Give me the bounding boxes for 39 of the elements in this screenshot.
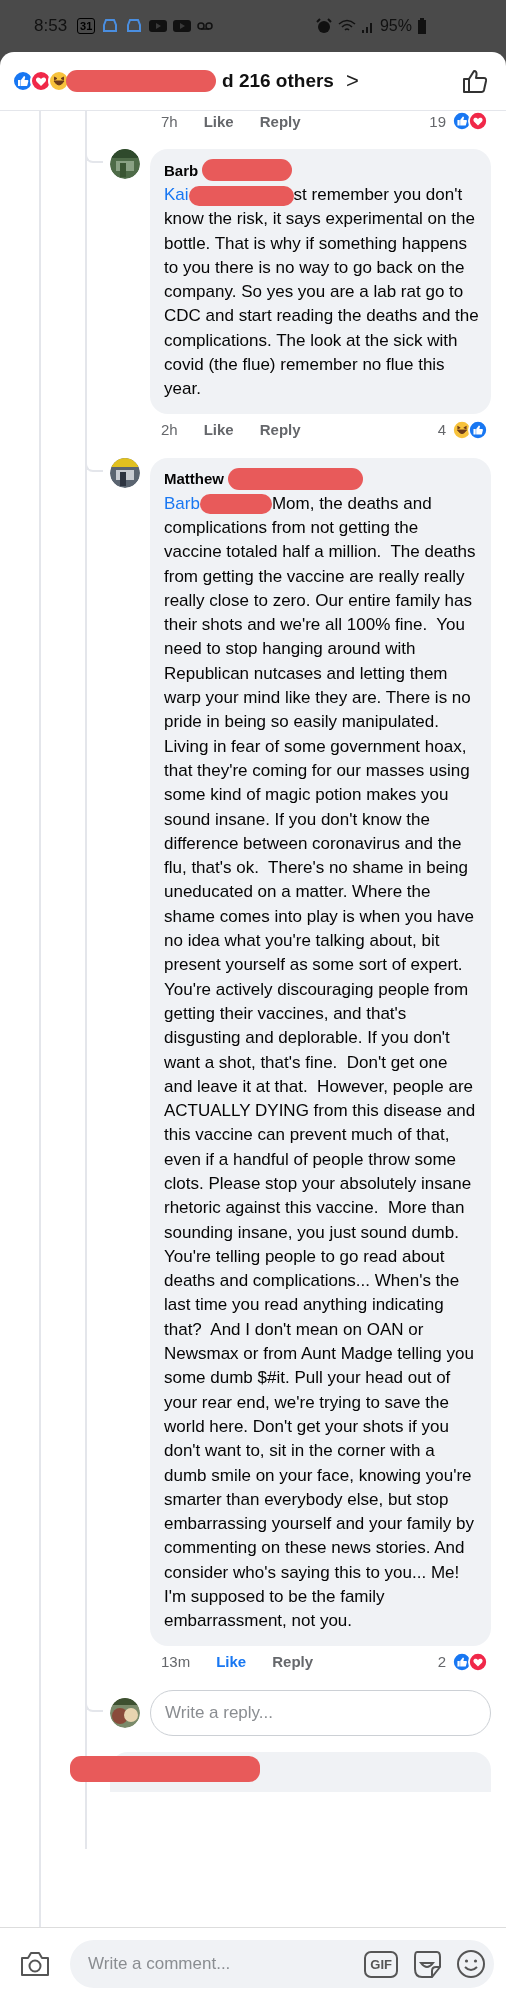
camera-icon[interactable]	[20, 1951, 50, 1977]
like-link[interactable]: Like	[216, 1653, 247, 1671]
play-icon	[149, 19, 168, 33]
voicemail-icon	[197, 19, 214, 33]
reaction-count: 2	[437, 1653, 446, 1671]
comment-time: 2h	[161, 421, 178, 439]
reply-field[interactable]: Write a reply...	[150, 1689, 491, 1736]
mention-link[interactable]: Barb	[164, 493, 200, 513]
reaction-count: 4	[437, 421, 446, 439]
author-name[interactable]: Matthew	[164, 470, 224, 488]
comment-time: 13m	[161, 1653, 191, 1671]
reply-link[interactable]: Reply	[259, 112, 301, 130]
battery-icon	[418, 18, 426, 34]
calendar-icon: 31	[77, 18, 96, 34]
comment-text: Kai st remember you don't know the risk, it says experimental on the bottle. That is why if something happens to you there is no way to go back on the company. So yes you are a lab rat go to CDC and start reading the deaths and the complications. The look at the sick with covid (the flue) remember no flue this year.	[164, 184, 479, 401]
battery-level: 95%	[379, 17, 412, 35]
chevron[interactable]: >	[345, 68, 359, 94]
like-link[interactable]: Like	[203, 421, 234, 439]
comment-time: 7h	[161, 112, 178, 130]
alarm-icon	[315, 18, 332, 34]
laughing-icon[interactable]	[48, 70, 70, 92]
reply-link[interactable]: Reply	[272, 1653, 314, 1671]
emoji-icon[interactable]	[456, 1949, 486, 1979]
author-name[interactable]: Barb	[164, 161, 199, 179]
car-icon	[101, 19, 120, 33]
play-icon	[173, 19, 192, 33]
comment-field[interactable]: Write a comment... GIF	[70, 1940, 494, 1988]
clock: 8:53	[34, 16, 68, 36]
like-link[interactable]: Like	[203, 112, 234, 130]
mention-link[interactable]: Kai	[164, 185, 189, 204]
gif-button[interactable]: GIF	[364, 1950, 398, 1978]
car-icon	[125, 19, 144, 33]
reactions-summary[interactable]: d 216 others	[222, 70, 334, 92]
comment-text: Barb Mom, the deaths and complications from not getting the vaccine totaled half a million. The deaths from getting the vaccine are really really really close to zero. Our entire family has their shots and we're all 100% fine. You need to stop hanging around with Republican nutcases and letting them warp your mind like they are. There is no pride in being so easily manipulated. Living in fear of some government hoax, that they're coming for our masses using some kind of magic potion makes you sound insane. If you don't know the difference between coronavirus and the flu, that's ok. There's no shame in being uneducated on a matter. Where the shame comes into play is when you have no idea what you're talking about, bit present yourself as some sort of expert. You're actively discouraging people from getting their vaccines, and that's disgusting and deplorable. If you don't want a shot, that's fine. Don't get one and leave it at that. However, people are ACTUALLY DYING from this disease and this vaccine can prevent much of that, even if a handful of people throw some clots. Please stop your absolutely insane rhetoric against this vaccine. More than sounding insane, you just sound dumb. You're telling people to go read about deaths and complications... When's the last time you read anything indicating that? And I don't mean on OAN or Newsmax or from Aunt Madge telling you some dumb $#it. Pull your head out of your rear end, we're trying to save the world here. Don't get your shots if you don't want to, sit in the corner with a dumb smile on your face, knowing you're smarter than everybody else, but stop embarrassing yourself and your family by commenting on these news stories. And consider who's saying this to you... Me! I'm supposed to be the family embarrassment, not you.	[164, 492, 477, 1633]
sticker-icon[interactable]	[412, 1949, 442, 1979]
reaction-count: 19	[429, 112, 446, 130]
like-icon[interactable]	[462, 68, 488, 94]
wifi-icon	[337, 19, 356, 33]
reply-link[interactable]: Reply	[259, 421, 301, 439]
